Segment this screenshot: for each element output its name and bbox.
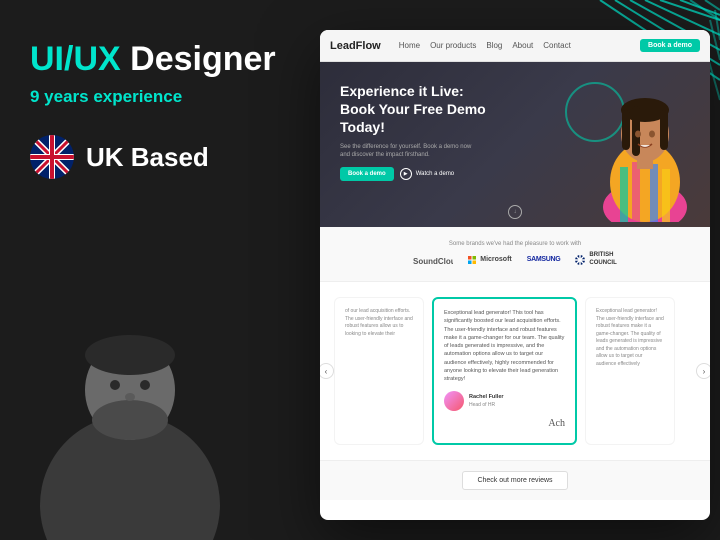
brands-title: Some brands we've had the pleasure to wo…: [449, 241, 581, 247]
testimonial-text-1: of our lead acquisition efforts. The use…: [345, 308, 413, 338]
testimonial-prev-button[interactable]: ‹: [320, 363, 334, 379]
book-demo-button[interactable]: Book a demo: [340, 167, 394, 181]
person-silhouette: [0, 275, 260, 540]
testimonials-section: ‹ of our lead acquisition efforts. The u…: [320, 282, 710, 460]
brand-samsung: SAMSUNG: [527, 256, 561, 263]
title-heading: UI/UX Designer: [30, 40, 280, 79]
left-section: UI/UX Designer 9 years experience: [0, 0, 310, 540]
uk-flag: [30, 135, 74, 179]
uk-based-text: UK Based: [86, 142, 209, 173]
nav-links: Home Our products Blog About Contact: [399, 41, 632, 50]
browser-mockup: LeadFlow Home Our products Blog About Co…: [320, 30, 710, 520]
nav-cta-button[interactable]: Book a demo: [640, 39, 700, 52]
brand-soundcloud: SoundCloud: [413, 254, 453, 266]
nav-products[interactable]: Our products: [430, 41, 476, 50]
watch-demo-button[interactable]: ▶ Watch a demo: [400, 168, 454, 180]
testimonial-text-3: Exceptional lead generator! The user-fri…: [596, 308, 664, 368]
nav-home[interactable]: Home: [399, 41, 420, 50]
testimonial-author-2: Rachel Fuller Head of HR: [444, 391, 565, 411]
title-designer: Designer: [121, 40, 276, 78]
testimonial-text-2: Exceptional lead generator! This tool ha…: [444, 309, 565, 383]
hero-title: Experience it Live: Book Your Free Demo …: [340, 82, 500, 137]
author-info-2: Rachel Fuller Head of HR: [469, 393, 504, 409]
author-title-2: Head of HR: [469, 402, 504, 410]
svg-text:SoundCloud: SoundCloud: [413, 257, 453, 266]
author-avatar-2: [444, 391, 464, 411]
title-uiux: UI/UX: [30, 40, 121, 78]
person-photo: [0, 275, 280, 540]
browser-navbar: LeadFlow Home Our products Blog About Co…: [320, 30, 710, 62]
brand-microsoft: Microsoft: [468, 256, 512, 264]
brand-british-council: BRITISHCOUNCIL: [575, 252, 616, 266]
check-reviews-button[interactable]: Check out more reviews: [462, 471, 567, 490]
brands-section: Some brands we've had the pleasure to wo…: [320, 227, 710, 282]
testimonial-card-1: of our lead acquisition efforts. The use…: [334, 297, 424, 445]
nav-contact[interactable]: Contact: [543, 41, 571, 50]
signature-2: Ach: [548, 416, 565, 431]
hero-person: [600, 82, 700, 227]
testimonial-card-3: Exceptional lead generator! The user-fri…: [585, 297, 675, 445]
watch-demo-label: Watch a demo: [416, 171, 454, 177]
testimonial-next-button[interactable]: ›: [696, 363, 710, 379]
experience-text: 9 years experience: [30, 87, 280, 107]
hero-section: Experience it Live: Book Your Free Demo …: [320, 62, 710, 227]
play-icon: ▶: [400, 168, 412, 180]
hero-subtitle: See the difference for yourself. Book a …: [340, 143, 480, 160]
nav-blog[interactable]: Blog: [486, 41, 502, 50]
nav-about[interactable]: About: [512, 41, 533, 50]
brands-logos: SoundCloud Microsoft SAMSUNG: [413, 252, 617, 266]
uk-based-container: UK Based: [30, 135, 280, 179]
author-name-2: Rachel Fuller: [469, 393, 504, 401]
bottom-bar: Check out more reviews: [320, 460, 710, 500]
scroll-indicator: ↓: [508, 205, 522, 219]
brand-logo: LeadFlow: [330, 40, 381, 52]
testimonial-card-2: Exceptional lead generator! This tool ha…: [432, 297, 577, 445]
